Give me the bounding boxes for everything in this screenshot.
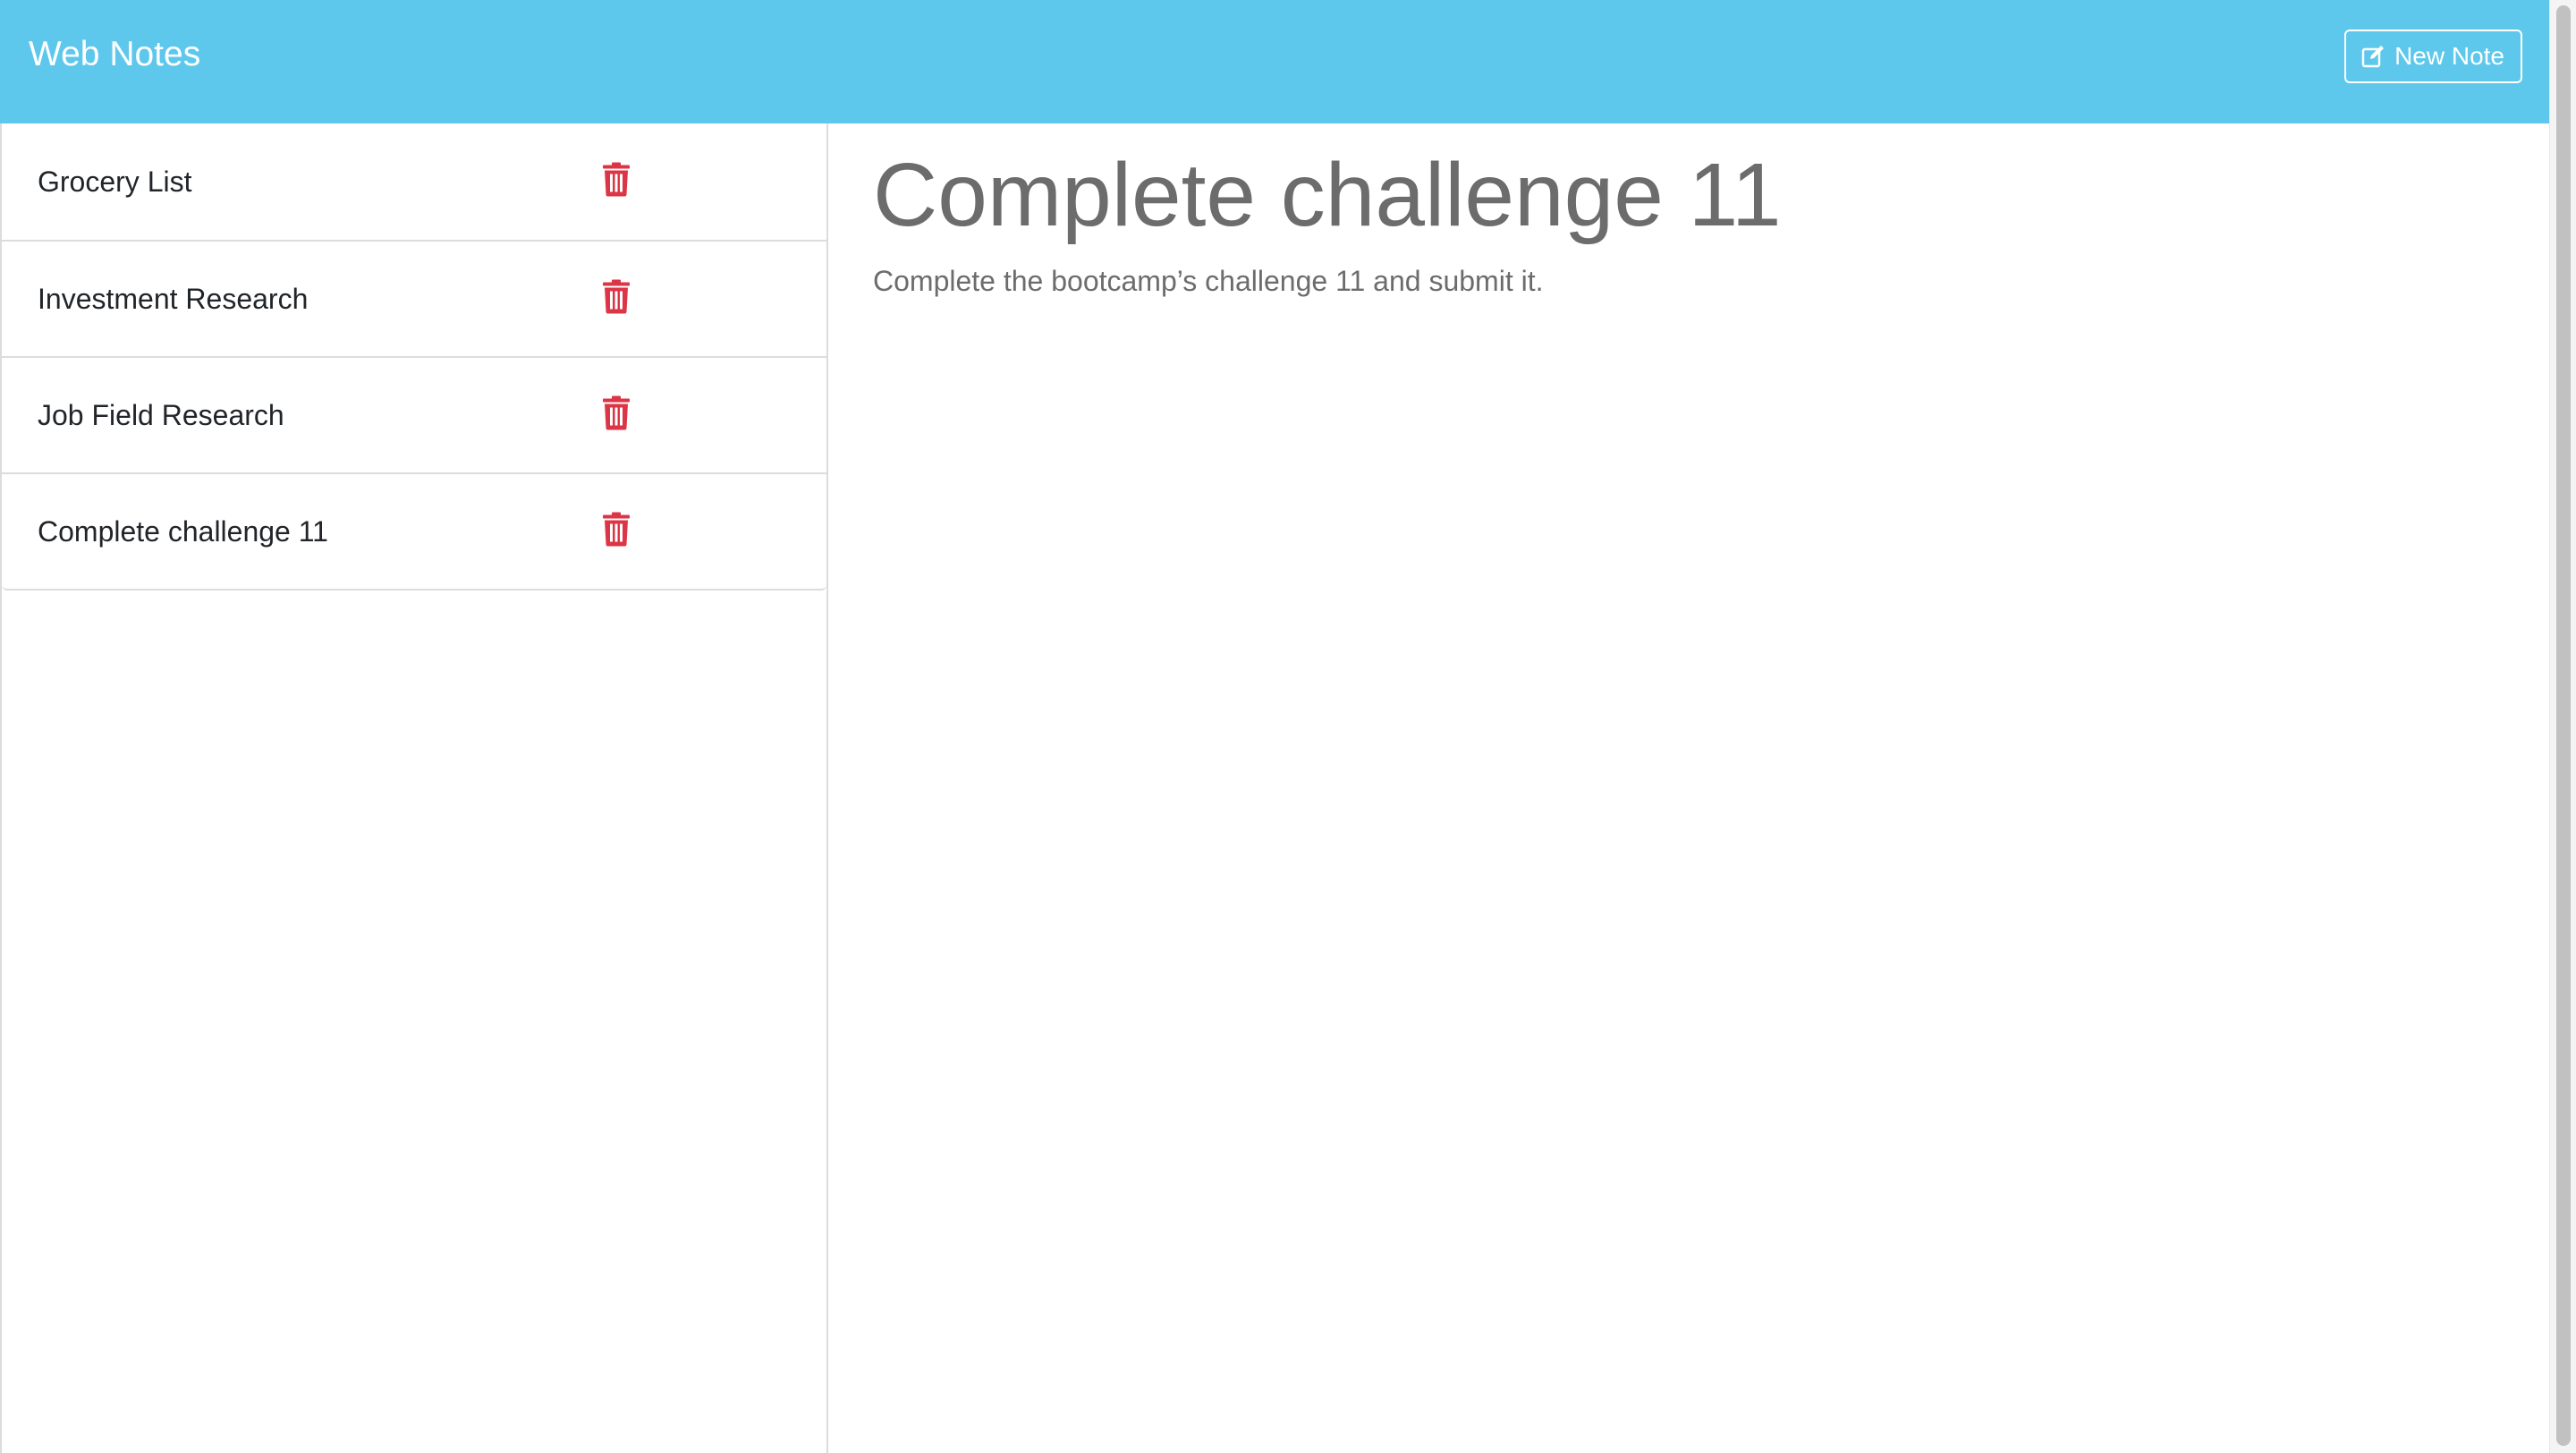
note-title-display[interactable]: Complete challenge 11 [873, 141, 2504, 249]
scrollbar-thumb[interactable] [2556, 5, 2571, 1446]
note-title: Grocery List [38, 165, 192, 198]
note-title: Investment Research [38, 282, 309, 315]
trash-icon[interactable] [603, 279, 630, 319]
note-title: Complete challenge 11 [38, 514, 328, 548]
notes-sidebar: Grocery List Investment Research Job Fie… [0, 123, 828, 1453]
pencil-square-icon [2360, 44, 2385, 69]
note-list-item[interactable]: Complete challenge 11 [2, 472, 826, 589]
trash-icon[interactable] [603, 395, 630, 435]
page-scrollbar[interactable] [2549, 0, 2576, 1453]
note-editor: Complete challenge 11 Complete the bootc… [828, 123, 2549, 1453]
new-note-label: New Note [2394, 42, 2504, 70]
navbar: Web Notes New Note [0, 0, 2549, 123]
new-note-button[interactable]: New Note [2344, 30, 2522, 83]
trash-icon[interactable] [603, 162, 630, 201]
note-list: Grocery List Investment Research Job Fie… [2, 123, 826, 591]
note-list-item[interactable]: Grocery List [2, 123, 826, 240]
app-brand[interactable]: Web Notes [29, 37, 200, 72]
note-title: Job Field Research [38, 398, 284, 431]
note-list-item[interactable]: Job Field Research [2, 356, 826, 472]
note-list-item[interactable]: Investment Research [2, 240, 826, 356]
trash-icon[interactable] [603, 512, 630, 551]
note-text-display[interactable]: Complete the bootcamp’s challenge 11 and… [873, 265, 2504, 298]
